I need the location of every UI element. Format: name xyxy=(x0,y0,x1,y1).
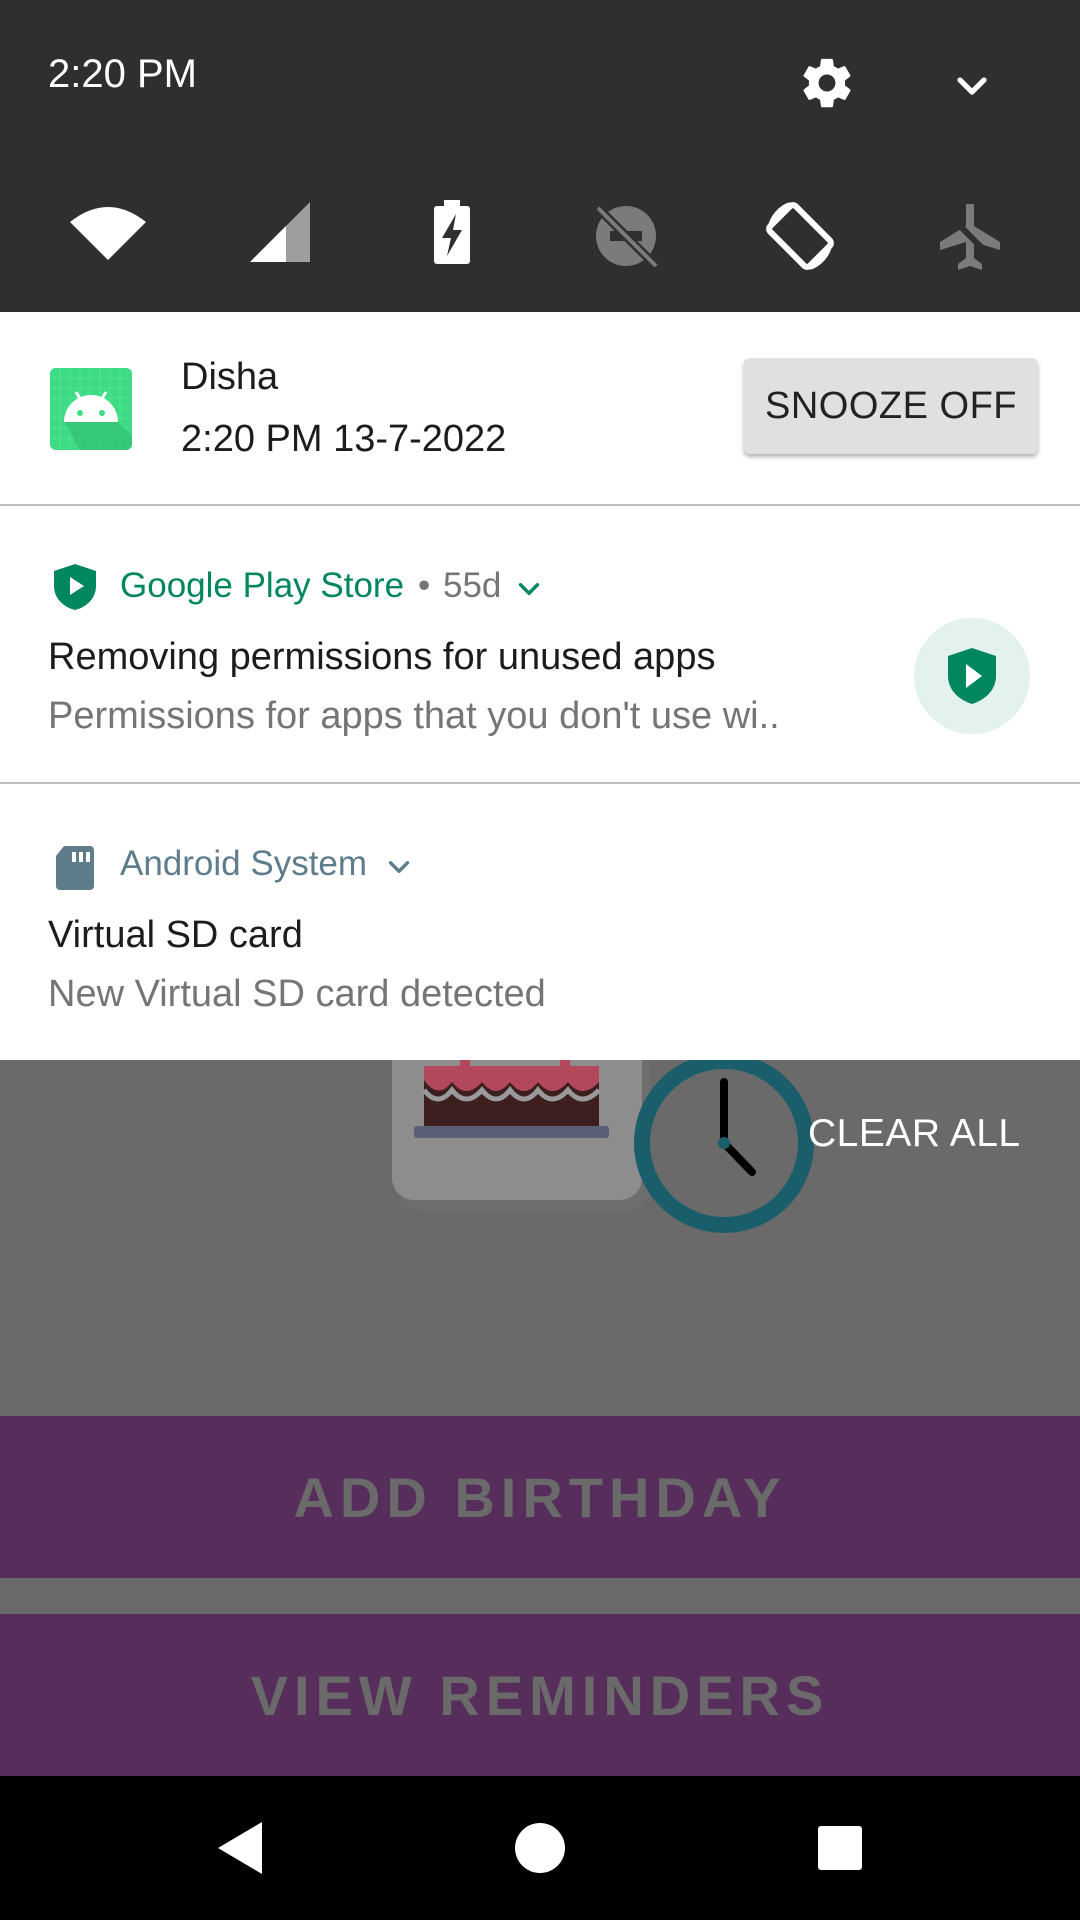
notification-title: Removing permissions for unused apps xyxy=(48,636,716,678)
notification-text: New Virtual SD card detected xyxy=(48,973,546,1015)
play-protect-large-icon xyxy=(914,618,1030,734)
wifi-icon[interactable] xyxy=(68,196,148,276)
navigation-bar xyxy=(0,1776,1080,1920)
gear-icon[interactable] xyxy=(798,54,856,112)
clear-all-button[interactable]: CLEAR ALL xyxy=(808,1112,1021,1156)
notification-separator: • xyxy=(418,566,431,605)
notification-disha[interactable]: Disha 2:20 PM 13-7-2022 SNOOZE OFF xyxy=(0,312,1080,504)
notification-android-system[interactable]: Android System Virtual SD card New Virtu… xyxy=(0,784,1080,1060)
android-app-icon xyxy=(50,368,132,450)
airplane-mode-icon[interactable] xyxy=(930,196,1010,276)
expand-chevron-icon[interactable] xyxy=(512,572,546,606)
cell-signal-icon[interactable] xyxy=(242,196,322,276)
recents-icon[interactable] xyxy=(810,1818,870,1878)
battery-charging-icon[interactable] xyxy=(412,196,492,276)
snooze-off-button[interactable]: SNOOZE OFF xyxy=(744,358,1038,454)
notification-text: 2:20 PM 13-7-2022 xyxy=(181,418,507,460)
notification-app-name: Disha xyxy=(181,356,279,398)
add-birthday-button[interactable]: ADD BIRTHDAY xyxy=(0,1416,1080,1578)
sd-card-icon xyxy=(50,842,100,892)
notification-panel: Disha 2:20 PM 13-7-2022 SNOOZE OFF Googl… xyxy=(0,312,1080,1060)
back-icon[interactable] xyxy=(210,1818,270,1878)
notification-title: Virtual SD card xyxy=(48,914,303,956)
notification-app-name: Android System xyxy=(120,844,368,883)
notification-text: Permissions for apps that you don't use … xyxy=(48,695,780,737)
chevron-down-icon[interactable] xyxy=(948,62,996,110)
clock-time: 2:20 PM xyxy=(48,52,197,96)
play-protect-icon xyxy=(50,562,100,612)
view-reminders-button[interactable]: VIEW REMINDERS xyxy=(0,1614,1080,1776)
do-not-disturb-off-icon[interactable] xyxy=(586,196,666,276)
notification-app-name: Google Play Store xyxy=(120,566,405,605)
birthday-clock-illustration xyxy=(392,1060,814,1233)
expand-chevron-icon[interactable] xyxy=(382,850,416,884)
auto-rotate-icon[interactable] xyxy=(760,196,840,276)
notification-age: 55d xyxy=(443,566,502,605)
home-icon[interactable] xyxy=(510,1818,570,1878)
quick-settings-header: 2:20 PM xyxy=(0,0,1080,312)
